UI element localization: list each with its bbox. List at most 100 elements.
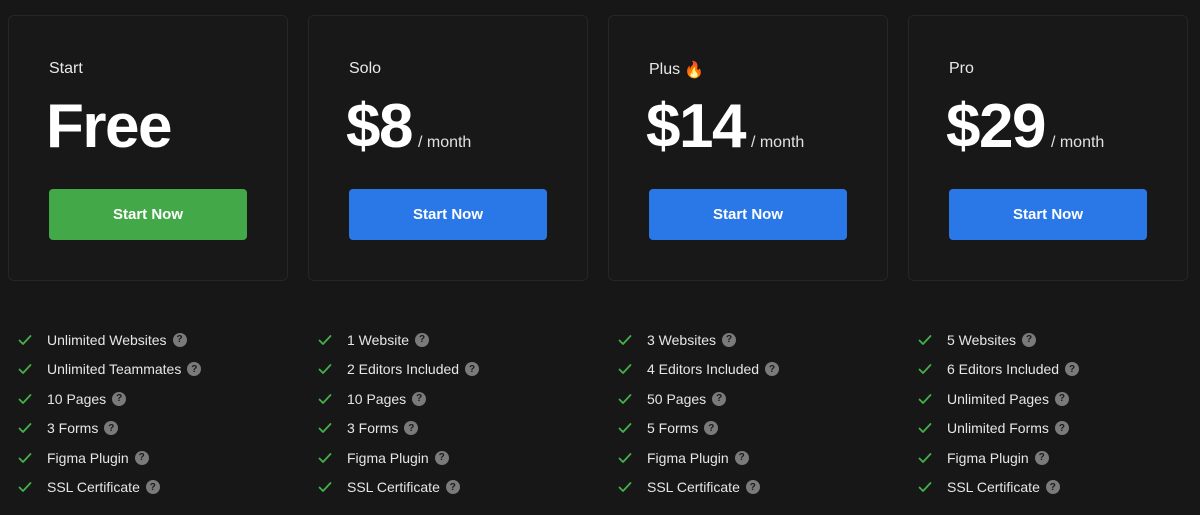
feature-item: 4 Editors Included ? [618, 355, 780, 385]
help-icon[interactable]: ? [145, 480, 160, 495]
feature-list: 5 Websites ? 6 Editors Included ? Unlimi… [918, 325, 1080, 503]
feature-item: 6 Editors Included ? [918, 355, 1080, 385]
plan-name: Start [49, 60, 83, 77]
feature-list: 3 Websites ? 4 Editors Included ? 50 Pag… [618, 325, 780, 502]
help-icon[interactable]: ? [112, 391, 127, 406]
feature-item: Figma Plugin ? [918, 443, 1079, 473]
help-icon[interactable]: ? [1054, 421, 1069, 436]
help-icon[interactable]: ? [1022, 332, 1036, 347]
feature-label: Figma Plugin [947, 449, 1029, 466]
price-row: $29 / month [946, 96, 1104, 158]
feature-item: SSL Certificate ? [918, 473, 1079, 503]
feature-item: 10 Pages ? [318, 384, 479, 414]
feature-label: SSL Certificate [947, 479, 1040, 496]
help-icon[interactable]: ? [434, 450, 449, 465]
feature-label: Figma Plugin [347, 449, 429, 466]
start-now-button[interactable]: Start Now [949, 189, 1147, 240]
help-icon[interactable]: ? [1065, 362, 1080, 377]
help-icon[interactable]: ? [465, 362, 480, 377]
plan-price: $8 [346, 92, 413, 161]
feature-item: 10 Pages ? [18, 384, 201, 414]
feature-label: Figma Plugin [47, 449, 129, 466]
feature-item: Figma Plugin ? [618, 443, 779, 473]
help-icon[interactable]: ? [704, 421, 719, 436]
help-icon[interactable]: ? [1045, 480, 1060, 495]
check-icon [318, 451, 332, 465]
billing-period: / month [1050, 134, 1105, 151]
check-icon [618, 480, 632, 494]
check-icon [618, 392, 632, 406]
check-icon [918, 421, 932, 435]
check-icon [318, 480, 332, 494]
help-icon[interactable]: ? [722, 332, 736, 347]
feature-item: 5 Forms ? [618, 414, 779, 444]
check-icon [918, 333, 932, 347]
help-icon[interactable]: ? [404, 421, 419, 436]
help-icon[interactable]: ? [1054, 391, 1069, 406]
price-row: $8 / month [346, 96, 471, 158]
feature-label: 6 Editors Included [947, 361, 1060, 378]
help-icon[interactable]: ? [412, 391, 427, 406]
check-icon [918, 480, 932, 494]
check-icon [618, 421, 632, 435]
start-now-button[interactable]: Start Now [349, 189, 547, 240]
check-icon [318, 392, 332, 406]
feature-item: 3 Forms ? [18, 414, 201, 444]
plan-card: Pro $29 / month Start Now [908, 15, 1188, 281]
feature-label: 10 Pages [47, 390, 107, 407]
feature-item: SSL Certificate ? [18, 473, 201, 503]
help-icon[interactable]: ? [104, 421, 119, 436]
plan-card: Plus 🔥 $14 / month Start Now [608, 15, 888, 281]
feature-item: SSL Certificate ? [318, 473, 479, 503]
check-icon [918, 362, 932, 376]
feature-label: 5 Websites [947, 331, 1016, 348]
billing-period: / month [750, 134, 805, 151]
help-icon[interactable]: ? [445, 480, 460, 495]
start-now-button[interactable]: Start Now [49, 189, 247, 240]
help-icon[interactable]: ? [134, 450, 149, 465]
feature-label: 5 Forms [647, 420, 699, 437]
check-icon [918, 392, 932, 406]
billing-period: / month [417, 134, 472, 151]
feature-label: SSL Certificate [347, 479, 440, 496]
help-icon[interactable]: ? [734, 450, 749, 465]
feature-item: 2 Editors Included ? [318, 355, 480, 385]
feature-list: 1 Website ? 2 Editors Included ? 10 Page… [318, 325, 480, 503]
price-row: Free [46, 96, 172, 158]
help-icon[interactable]: ? [745, 480, 760, 495]
feature-label: Unlimited Websites [47, 331, 167, 348]
feature-label: 2 Editors Included [347, 361, 460, 378]
feature-label: 3 Forms [347, 420, 399, 437]
feature-label: Unlimited Pages [947, 390, 1049, 407]
feature-item: Unlimited Teammates ? [18, 355, 202, 385]
check-icon [918, 451, 932, 465]
help-icon[interactable]: ? [415, 332, 429, 347]
check-icon [18, 480, 32, 494]
check-icon [18, 451, 32, 465]
check-icon [18, 362, 32, 376]
help-icon[interactable]: ? [765, 362, 780, 377]
plan-price: $29 [946, 92, 1046, 161]
plan-name: Plus [649, 61, 681, 78]
help-icon[interactable]: ? [1034, 450, 1049, 465]
start-now-button[interactable]: Start Now [649, 189, 847, 240]
feature-label: Figma Plugin [647, 449, 729, 466]
feature-label: 3 Forms [47, 420, 99, 437]
help-icon[interactable]: ? [187, 362, 202, 377]
check-icon [618, 362, 632, 376]
fire-icon: 🔥 [684, 62, 705, 79]
feature-label: SSL Certificate [647, 479, 740, 496]
check-icon [318, 421, 332, 435]
check-icon [618, 451, 632, 465]
check-icon [18, 333, 32, 347]
help-icon[interactable]: ? [172, 332, 187, 347]
check-icon [318, 362, 332, 376]
feature-label: 1 Website [347, 331, 409, 348]
feature-item: 1 Website ? [318, 325, 479, 355]
feature-item: Unlimited Forms ? [918, 414, 1079, 444]
plan-name: Pro [949, 60, 974, 77]
help-icon[interactable]: ? [712, 391, 727, 406]
plan-name: Solo [349, 60, 382, 77]
check-icon [18, 421, 32, 435]
feature-label: 10 Pages [347, 390, 407, 407]
